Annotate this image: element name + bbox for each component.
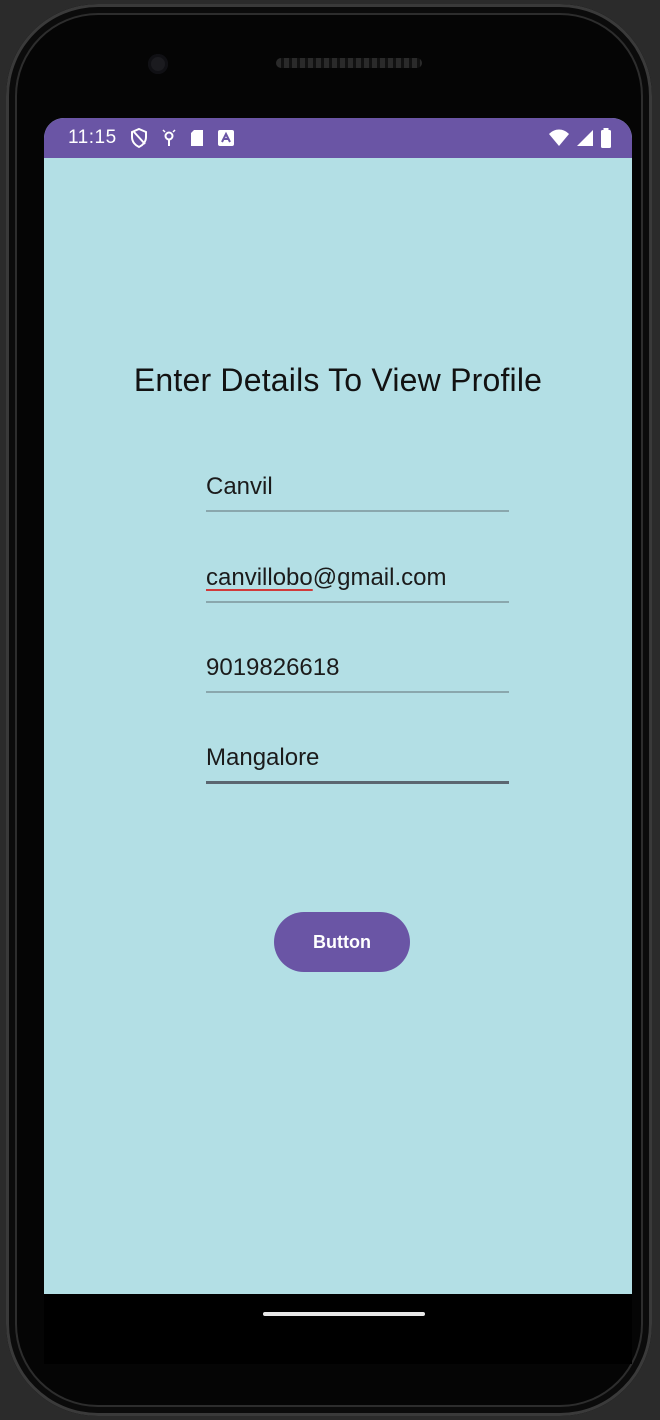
sd-card-icon	[190, 129, 204, 147]
email-field[interactable]: canvillobo@gmail.com	[206, 564, 509, 603]
location-icon	[162, 129, 176, 147]
city-field-value: Mangalore	[206, 744, 320, 771]
keyboard-icon	[218, 130, 234, 146]
phone-field[interactable]: 9019826618	[206, 654, 509, 693]
city-field[interactable]: Mangalore	[206, 744, 509, 784]
email-field-value-misspelled: canvillobo	[206, 564, 313, 591]
wifi-icon	[548, 129, 570, 147]
navigation-bar	[44, 1294, 632, 1364]
status-time: 11:15	[68, 127, 117, 148]
shield-icon	[130, 128, 148, 148]
name-field[interactable]: Canvil	[206, 473, 509, 512]
phone-field-value: 9019826618	[206, 654, 340, 681]
home-gesture-handle[interactable]	[263, 1312, 425, 1316]
battery-icon	[600, 128, 612, 148]
earpiece-speaker	[276, 58, 422, 68]
status-system-icons	[548, 128, 612, 148]
submit-button[interactable]: Button	[274, 912, 410, 972]
page-title: Enter Details To View Profile	[133, 362, 543, 398]
front-camera-icon	[148, 54, 168, 74]
status-notification-icons	[130, 128, 234, 148]
name-field-value: Canvil	[206, 473, 273, 500]
signal-icon	[576, 129, 594, 147]
status-bar: 11:15	[44, 118, 632, 158]
email-field-value-domain: @gmail.com	[312, 564, 447, 591]
app-screen: 11:15 Enter Details To View Profile Canv…	[44, 118, 632, 1294]
